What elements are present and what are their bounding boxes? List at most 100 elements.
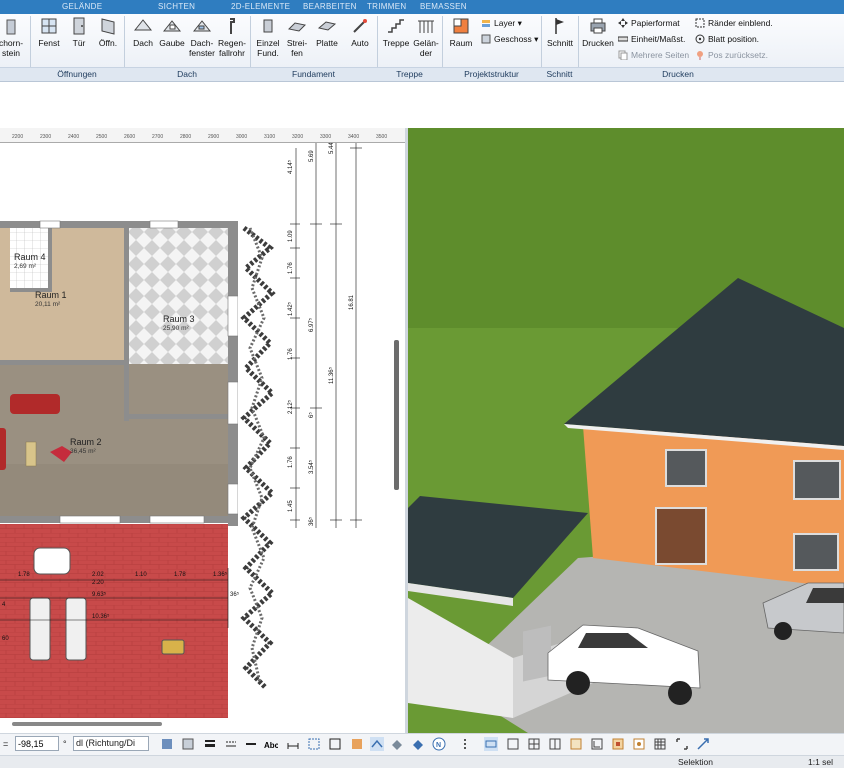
- view-image-icon[interactable]: [569, 737, 583, 751]
- grill-icon[interactable]: [161, 639, 185, 655]
- dimension-label: 1.76: [288, 456, 294, 468]
- storey-icon: [481, 34, 491, 44]
- sunbed-icon[interactable]: [29, 597, 51, 661]
- room-2-area: 36,45 m²: [70, 448, 96, 455]
- north-icon[interactable]: N: [432, 737, 446, 751]
- window-icon[interactable]: [665, 449, 707, 487]
- group-label-fundament: Fundament: [292, 69, 335, 79]
- room-button[interactable]: Raum: [447, 16, 475, 48]
- tab-gelaende[interactable]: GELÄNDE: [62, 2, 102, 11]
- door-icon[interactable]: [655, 507, 707, 565]
- tab-sichten[interactable]: SICHTEN: [158, 2, 195, 11]
- dormer-button[interactable]: Gaube: [158, 16, 186, 48]
- dimension-label: 1.76: [288, 262, 294, 274]
- view-plan-icon[interactable]: [506, 737, 520, 751]
- opening-icon: [101, 18, 115, 35]
- layers-icon[interactable]: [160, 737, 174, 751]
- floor-plan-canvas[interactable]: [0, 128, 405, 718]
- dimension-label: 1.09: [288, 230, 294, 242]
- dimension-label: 1.78: [18, 572, 30, 578]
- line-weight-icon[interactable]: [203, 737, 217, 751]
- dimension-label: 1.76: [288, 348, 294, 360]
- dimension-label: 2.12⁵: [288, 399, 294, 414]
- more-options-icon[interactable]: [458, 737, 472, 751]
- 3d-scene[interactable]: [408, 128, 844, 733]
- tab-2d-elemente[interactable]: 2D-ELEMENTE: [231, 2, 290, 11]
- view-2d-icon[interactable]: [484, 737, 498, 751]
- wall-icon[interactable]: [350, 737, 364, 751]
- opening-button[interactable]: Öffn.: [95, 16, 121, 48]
- window-icon[interactable]: [793, 533, 839, 571]
- downpipe-button[interactable]: Regen- fallrohr: [217, 16, 247, 58]
- print-button[interactable]: Drucken: [581, 16, 615, 48]
- hatch-icon[interactable]: [244, 737, 258, 751]
- direction-dropdown[interactable]: dl (Richtung/Di: [73, 736, 149, 751]
- dimension-label: 5.69: [309, 150, 315, 162]
- table-view-icon[interactable]: [653, 737, 667, 751]
- text-icon[interactable]: Abc: [264, 737, 278, 751]
- storey-dropdown[interactable]: Geschoss ▾: [481, 34, 538, 45]
- paper-format-button[interactable]: Papierformat: [618, 18, 680, 28]
- railing-button[interactable]: Gelän- der: [411, 16, 441, 58]
- tab-bemassen[interactable]: BEMASSEN: [420, 2, 467, 11]
- schornstein-button[interactable]: chorn- stein: [0, 16, 24, 58]
- show-margins-button[interactable]: Ränder einblend.: [695, 18, 773, 28]
- tile-icon[interactable]: [390, 737, 404, 751]
- lounge-chair-icon[interactable]: [33, 547, 71, 575]
- single-foundation-button[interactable]: Einzel Fund.: [254, 16, 282, 58]
- garage-door[interactable]: [523, 625, 551, 682]
- selection-frame-icon[interactable]: [307, 737, 321, 751]
- slab-button[interactable]: Platte: [313, 16, 341, 48]
- stairs-button[interactable]: Treppe: [381, 16, 411, 48]
- reset-position-button[interactable]: Pos zurücksetz.: [695, 50, 768, 60]
- strip-foundation-icon: [287, 22, 307, 32]
- roof-window-button[interactable]: Dach- fenster: [188, 16, 216, 58]
- grid-icon[interactable]: [527, 737, 541, 751]
- sheet-position-button[interactable]: Blatt position.: [695, 34, 759, 44]
- dimension-label: 1.45: [288, 500, 294, 512]
- dimension-label: 11.36⁵: [329, 366, 335, 384]
- surface-icon[interactable]: [411, 737, 425, 751]
- dimension-label: 16.81: [349, 294, 355, 310]
- window-icon[interactable]: [793, 460, 841, 500]
- unit-scale-button[interactable]: Einheit/Maßst.: [618, 34, 685, 44]
- dimension-label: 60: [2, 636, 9, 642]
- table-icon[interactable]: [25, 441, 37, 467]
- frame-icon[interactable]: [328, 737, 342, 751]
- status-mode: Selektion: [678, 757, 713, 767]
- view-corner-icon[interactable]: [590, 737, 604, 751]
- sofa-icon[interactable]: [10, 394, 60, 414]
- sunbed-icon[interactable]: [65, 597, 87, 661]
- multiple-pages-button[interactable]: Mehrere Seiten: [618, 50, 689, 60]
- tab-bearbeiten[interactable]: BEARBEITEN: [303, 2, 357, 11]
- layer-view-icon[interactable]: [181, 737, 195, 751]
- 3d-view[interactable]: [408, 128, 844, 733]
- dimension-icon[interactable]: [286, 737, 300, 751]
- dimension-label: 1.36⁵: [213, 572, 228, 578]
- layer-dropdown[interactable]: Layer ▾: [481, 18, 522, 29]
- dimension-label: 4: [2, 602, 6, 608]
- printer-icon: [590, 18, 606, 34]
- status-scale: 1:1 sel: [808, 757, 834, 767]
- plan-horizontal-scrollbar[interactable]: [12, 722, 162, 726]
- view-split-icon[interactable]: [548, 737, 562, 751]
- plan-vertical-scrollbar[interactable]: [394, 340, 399, 490]
- floor-plan-view[interactable]: Raum 4 2,69 m² Raum 1 20,11 m² Raum 3 25…: [0, 128, 405, 718]
- line-style-icon[interactable]: [224, 737, 238, 751]
- auto-button[interactable]: Auto: [347, 16, 373, 48]
- railing-icon: [418, 20, 434, 33]
- sofa-icon[interactable]: [0, 428, 6, 470]
- view-3d-icon[interactable]: [611, 737, 625, 751]
- window-button[interactable]: Fenst: [36, 16, 62, 48]
- roof-button[interactable]: Dach: [130, 16, 156, 48]
- fit-icon[interactable]: [675, 737, 689, 751]
- view-tiles-icon[interactable]: [632, 737, 646, 751]
- door-button[interactable]: Tür: [68, 16, 90, 48]
- tab-trimmen[interactable]: TRIMMEN: [367, 2, 406, 11]
- section-button[interactable]: Schnitt: [545, 16, 575, 48]
- strip-foundation-button[interactable]: Strei- fen: [284, 16, 310, 58]
- ribbon-group-labels: Öffnungen Dach Fundament Treppe Projekts…: [0, 67, 844, 81]
- angle-input[interactable]: [15, 736, 59, 751]
- snap-icon[interactable]: [370, 737, 384, 751]
- expand-icon[interactable]: [696, 737, 710, 751]
